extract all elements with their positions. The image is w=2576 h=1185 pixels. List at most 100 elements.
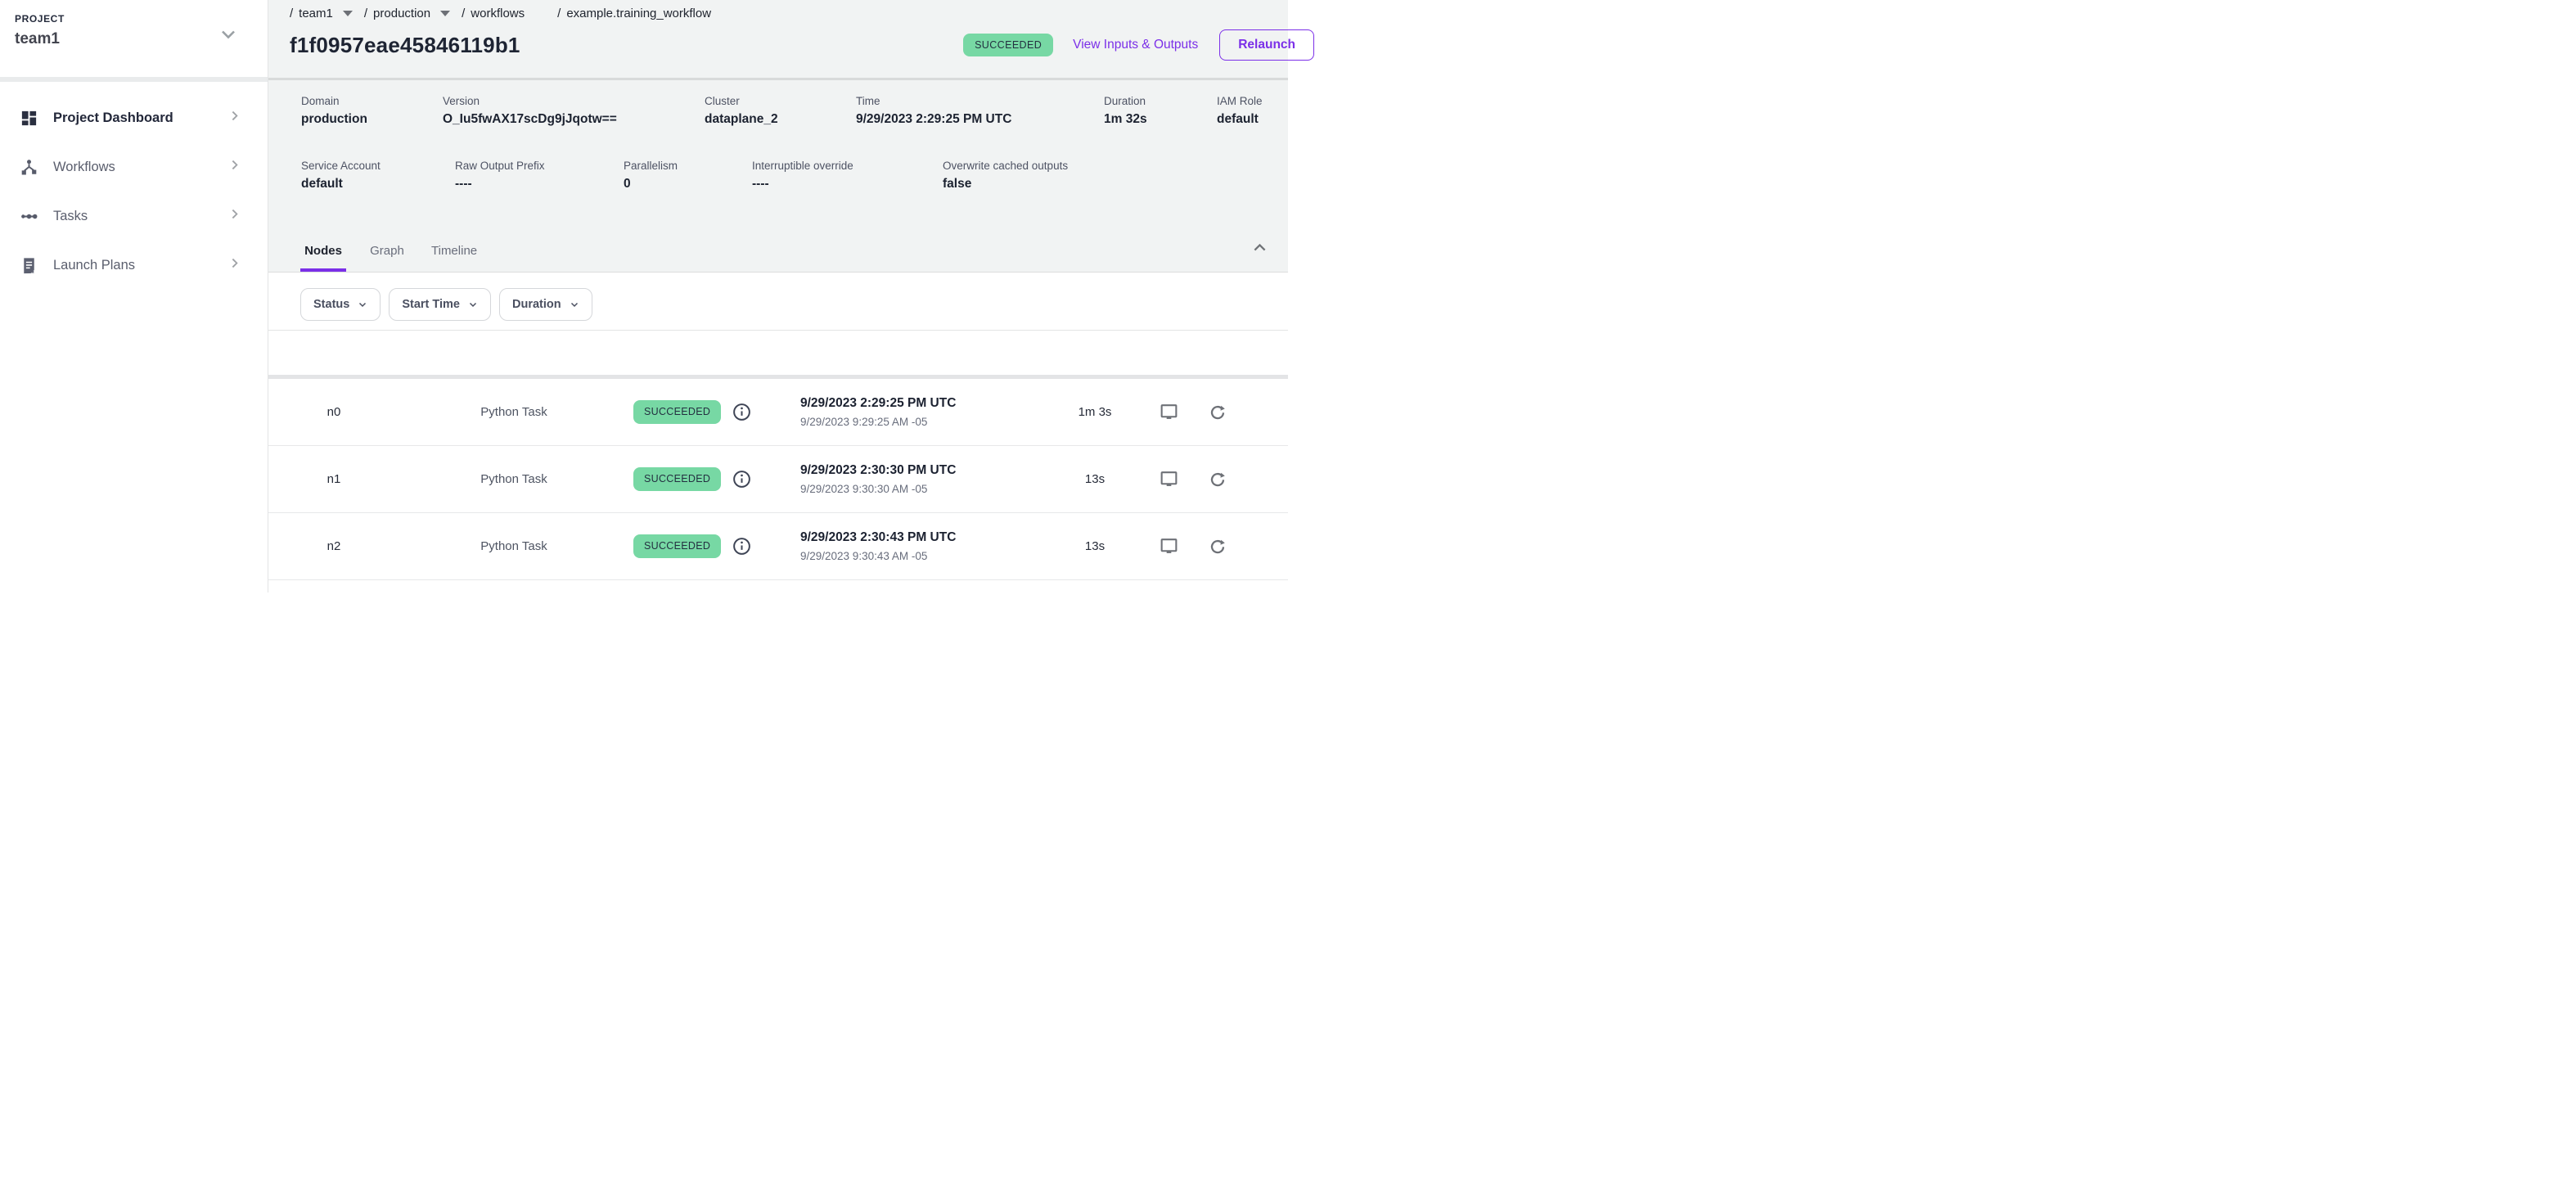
breadcrumb-link[interactable]: workflows: [471, 7, 525, 20]
meta-label: Domain: [301, 95, 443, 107]
tab-nodes[interactable]: Nodes: [300, 229, 346, 272]
filter-status-button[interactable]: Status: [300, 288, 381, 321]
meta-label: IAM Role: [1217, 95, 1263, 107]
table-row-n2[interactable]: n2 Python Task SUCCEEDED 9/29/2023 2:30:…: [268, 513, 1288, 580]
table-row-n0[interactable]: n0 Python Task SUCCEEDED 9/29/2023 2:29:…: [268, 379, 1288, 446]
node-duration: 1m 3s: [1046, 405, 1144, 419]
meta-overwrite-cached-outputs: Overwrite cached outputs false: [943, 160, 1068, 191]
view-logs-icon[interactable]: [1144, 402, 1193, 422]
meta-value: dataplane_2: [705, 112, 856, 127]
node-name: n1: [268, 472, 399, 486]
sidebar-nav: Project Dashboard Workflows: [0, 82, 268, 290]
redo-icon: [1208, 470, 1227, 489]
chevron-down-icon: [570, 300, 579, 309]
breadcrumb: / team1 / production / workflows / examp…: [290, 4, 1288, 22]
view-logs-icon[interactable]: [1144, 536, 1193, 556]
caret-down-icon[interactable]: [440, 11, 450, 16]
breadcrumb-separator: /: [462, 7, 465, 20]
execution-metadata: Domain production Version O_Iu5fwAX17scD…: [268, 80, 1288, 273]
breadcrumb-workflow-name[interactable]: / example.training_workflow: [557, 7, 711, 20]
node-duration: 13s: [1046, 472, 1144, 486]
meta-value: production: [301, 112, 443, 127]
rerun-icon[interactable]: [1193, 403, 1242, 422]
breadcrumb-separator: /: [364, 7, 367, 20]
execution-header: / team1 / production / workflows / examp…: [268, 0, 1288, 78]
title-row: f1f0957eae45846119b1 SUCCEEDED View Inpu…: [290, 29, 1288, 61]
tab-bar: Nodes Graph Timeline: [300, 229, 498, 272]
meta-value: 1m 32s: [1104, 112, 1217, 127]
caret-down-icon[interactable]: [343, 11, 353, 16]
sidebar-item-workflows[interactable]: Workflows: [0, 142, 268, 191]
breadcrumb-separator: /: [557, 7, 561, 20]
node-time: 9/29/2023 2:30:30 PM UTC 9/29/2023 9:30:…: [800, 463, 1046, 495]
node-time: 9/29/2023 2:29:25 PM UTC 9/29/2023 9:29:…: [800, 396, 1046, 428]
meta-value: O_Iu5fwAX17scDg9jJqotw==: [443, 112, 705, 127]
meta-value: 9/29/2023 2:29:25 PM UTC: [856, 112, 1104, 127]
dashboard-icon: [20, 108, 39, 128]
sidebar-item-launch-plans[interactable]: Launch Plans: [0, 241, 268, 290]
tab-graph[interactable]: Graph: [364, 229, 410, 272]
monitor-icon: [1159, 402, 1179, 422]
chevron-right-icon: [227, 158, 241, 176]
filter-label: Status: [313, 298, 349, 311]
metadata-row-1: Domain production Version O_Iu5fwAX17scD…: [301, 95, 1288, 127]
node-type: Python Task: [399, 472, 628, 486]
info-icon[interactable]: [732, 536, 752, 556]
info-icon[interactable]: [732, 469, 752, 489]
workflows-icon: [20, 157, 39, 177]
sidebar-item-label: Workflows: [53, 160, 227, 175]
sidebar-item-tasks[interactable]: Tasks: [0, 191, 268, 241]
nodes-table: n0 Python Task SUCCEEDED 9/29/2023 2:29:…: [268, 379, 1288, 580]
breadcrumb-project[interactable]: / team1: [290, 7, 353, 20]
monitor-icon: [1159, 469, 1179, 489]
meta-label: Duration: [1104, 95, 1217, 107]
meta-value: ----: [752, 177, 943, 191]
node-time-utc: 9/29/2023 2:30:30 PM UTC: [800, 463, 1046, 478]
meta-value: false: [943, 177, 1068, 191]
meta-label: Overwrite cached outputs: [943, 160, 1068, 172]
meta-interruptible-override: Interruptible override ----: [752, 160, 943, 191]
meta-service-account: Service Account default: [301, 160, 455, 191]
project-label: PROJECT: [15, 13, 268, 25]
filter-bar: Status Start Time Duration: [268, 273, 1288, 331]
node-time-local: 9/29/2023 9:30:43 AM -05: [800, 550, 1046, 562]
sidebar: PROJECT team1 Project Dashboard: [0, 0, 268, 592]
meta-label: Cluster: [705, 95, 856, 107]
metadata-row-2: Service Account default Raw Output Prefi…: [301, 160, 1288, 191]
redo-icon: [1208, 403, 1227, 422]
chevron-right-icon: [227, 256, 241, 274]
meta-time: Time 9/29/2023 2:29:25 PM UTC: [856, 95, 1104, 127]
rerun-icon[interactable]: [1193, 470, 1242, 489]
breadcrumb-link[interactable]: team1: [299, 7, 333, 20]
relaunch-button[interactable]: Relaunch: [1219, 29, 1314, 61]
node-name: n2: [268, 539, 399, 553]
info-icon[interactable]: [732, 402, 752, 422]
tab-timeline[interactable]: Timeline: [428, 229, 480, 272]
chevron-up-icon[interactable]: [1251, 239, 1268, 260]
breadcrumb-workflows[interactable]: / workflows: [462, 7, 525, 20]
meta-value: default: [301, 177, 455, 191]
node-name: n0: [268, 405, 399, 419]
filter-duration-button[interactable]: Duration: [499, 288, 592, 321]
meta-parallelism: Parallelism 0: [624, 160, 752, 191]
breadcrumb-domain[interactable]: / production: [364, 7, 450, 20]
node-time-local: 9/29/2023 9:29:25 AM -05: [800, 416, 1046, 428]
view-inputs-outputs-link[interactable]: View Inputs & Outputs: [1073, 38, 1198, 52]
meta-value: ----: [455, 177, 624, 191]
sidebar-item-project-dashboard[interactable]: Project Dashboard: [0, 93, 268, 142]
chevron-down-icon: [358, 300, 367, 309]
rerun-icon[interactable]: [1193, 537, 1242, 556]
node-status-badge: SUCCEEDED: [633, 467, 721, 491]
meta-label: Service Account: [301, 160, 455, 172]
breadcrumb-link[interactable]: example.training_workflow: [566, 7, 711, 20]
project-selector[interactable]: PROJECT team1: [0, 0, 268, 77]
meta-value: 0: [624, 177, 752, 191]
node-time-utc: 9/29/2023 2:30:43 PM UTC: [800, 530, 1046, 545]
table-row-n1[interactable]: n1 Python Task SUCCEEDED 9/29/2023 2:30:…: [268, 446, 1288, 513]
view-logs-icon[interactable]: [1144, 469, 1193, 489]
node-duration: 13s: [1046, 539, 1144, 553]
sidebar-item-label: Tasks: [53, 209, 227, 224]
breadcrumb-link[interactable]: production: [373, 7, 430, 20]
filter-start-time-button[interactable]: Start Time: [389, 288, 491, 321]
node-time-local: 9/29/2023 9:30:30 AM -05: [800, 483, 1046, 495]
